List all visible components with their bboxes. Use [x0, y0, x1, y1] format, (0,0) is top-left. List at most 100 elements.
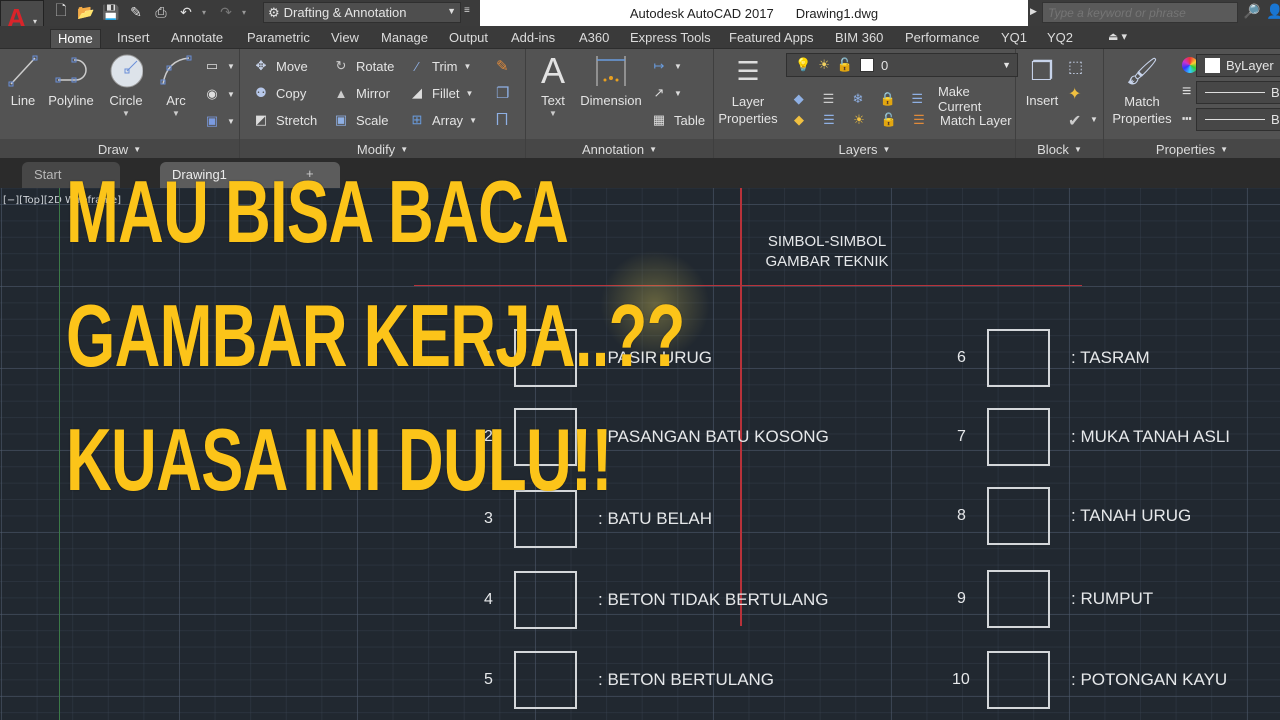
offset-icon[interactable]: ⨅ — [496, 111, 508, 128]
current-layer-name: 0 — [881, 57, 889, 73]
chevron-down-icon[interactable]: ▼ — [536, 109, 570, 118]
table-icon: ▦ — [652, 112, 666, 127]
tab-yq2[interactable]: YQ2 — [1040, 29, 1080, 48]
symbol-box — [987, 408, 1050, 466]
search-expand-icon[interactable]: ▶ — [1030, 6, 1037, 17]
tab-a360[interactable]: A360 — [572, 29, 616, 48]
properties-panel-label: Properties — [1155, 141, 1216, 157]
block-panel-label: Block — [1037, 141, 1069, 157]
trim-button[interactable]: ∕ Trim ▼ — [408, 57, 472, 75]
leader-button[interactable]: ↗ ▼ — [650, 84, 682, 102]
copy-icon: ⚉ — [255, 85, 267, 100]
edit-attributes-icon[interactable]: ✔ — [1068, 111, 1081, 131]
redo-dropdown-icon[interactable]: ▾ — [242, 8, 250, 17]
customize-qat-icon[interactable]: ≡ — [464, 5, 470, 16]
layer-unlock-icon[interactable]: 🔓 — [880, 111, 898, 129]
workspace-switcher[interactable]: ⚙ Drafting & Annotation ▼ — [263, 2, 461, 23]
new-icon[interactable]: 🗋 — [52, 2, 70, 21]
layer-dropdown[interactable]: 💡 ☀ 🔓 0 ▼ — [786, 53, 1018, 77]
tab-performance[interactable]: Performance — [898, 29, 986, 48]
lightbulb-icon: 💡 — [795, 57, 812, 72]
boundary-button[interactable]: ▣ ▼ — [203, 112, 235, 130]
tab-insert[interactable]: Insert — [110, 29, 157, 48]
layer-off-icon[interactable]: ◆ — [790, 90, 808, 108]
ribbon-minimize-icon[interactable]: ⏏ ▾ — [1108, 30, 1127, 43]
tab-manage[interactable]: Manage — [374, 29, 435, 48]
tab-home[interactable]: Home — [50, 29, 101, 48]
save-icon[interactable]: 💾 — [102, 3, 120, 21]
headline-line-1: MAU BISA BACA — [66, 162, 569, 261]
layers-panel-title[interactable]: Layers ▼ — [714, 139, 1015, 159]
create-block-icon[interactable]: ⬚ — [1068, 57, 1083, 77]
chevron-down-icon[interactable]: ▼ — [106, 109, 146, 118]
text-label: Text — [541, 93, 565, 108]
undo-icon[interactable]: ↶ — [177, 3, 195, 21]
user-icon[interactable]: 👤 — [1266, 3, 1280, 20]
table-button[interactable]: ▦ Table — [650, 111, 705, 129]
tab-express-tools[interactable]: Express Tools — [623, 29, 718, 48]
tab-annotate[interactable]: Annotate — [164, 29, 230, 48]
gear-icon: ⚙ — [268, 4, 280, 20]
tab-parametric[interactable]: Parametric — [240, 29, 317, 48]
stretch-button[interactable]: ◩ Stretch — [252, 111, 317, 129]
lineweight-dropdown[interactable]: B — [1196, 81, 1280, 104]
layer-lock-icon[interactable]: 🔒 — [879, 90, 897, 108]
linetype-dropdown[interactable]: B — [1196, 108, 1280, 131]
boundary-icon: ▣ — [205, 113, 219, 128]
draw-panel: Line Polyline Circle ▼ Arc ▼ ▭ ▼ ◉ ▼ ▣ ▼ Dr… — [0, 49, 240, 159]
match-layer-button[interactable]: Match Layer — [940, 113, 1012, 128]
line-button[interactable]: Line — [6, 53, 40, 108]
explode-icon[interactable]: ❐ — [496, 84, 509, 102]
match-properties-label-2: Properties — [1112, 111, 1172, 126]
erase-icon[interactable]: ✎ — [496, 57, 509, 75]
rectangle-button[interactable]: ▭ ▼ — [203, 57, 235, 75]
mirror-button[interactable]: ▲ Mirror — [332, 84, 390, 102]
layer-properties-button[interactable]: ☰ Layer Properties — [716, 53, 780, 127]
tab-bim-360[interactable]: BIM 360 — [828, 29, 890, 48]
chevron-down-icon[interactable]: ▼ — [1090, 115, 1098, 124]
edit-block-icon[interactable]: ✦ — [1068, 84, 1081, 104]
block-panel-title[interactable]: Block ▼ — [1016, 139, 1103, 159]
tab-add-ins[interactable]: Add-ins — [504, 29, 562, 48]
search-input[interactable] — [1042, 2, 1238, 23]
arc-button[interactable]: Arc ▼ — [158, 53, 194, 118]
fillet-button[interactable]: ◢ Fillet ▼ — [408, 84, 473, 102]
open-icon[interactable]: 📂 — [77, 3, 95, 21]
hatch-button[interactable]: ◉ ▼ — [203, 85, 235, 103]
rotate-button[interactable]: ↻ Rotate — [332, 57, 395, 75]
tab-output[interactable]: Output — [442, 29, 495, 48]
layer-thaw-icon[interactable]: ☀ — [850, 111, 868, 129]
insert-label: Insert — [1025, 93, 1059, 108]
make-current-button[interactable]: Make Current — [938, 84, 1015, 114]
insert-button[interactable]: ❐ Insert — [1020, 53, 1064, 109]
match-properties-button[interactable]: 🖌 Match Properties — [1106, 53, 1178, 127]
linear-dimension-button[interactable]: ↦ ▼ — [650, 57, 682, 75]
properties-panel-title[interactable]: Properties ▼ — [1104, 139, 1280, 159]
copy-button[interactable]: ⚉ Copy — [252, 84, 306, 102]
dimension-button[interactable]: Dimension — [578, 53, 644, 108]
array-button[interactable]: ⊞ Array ▼ — [408, 111, 477, 129]
redo-icon[interactable]: ↷ — [217, 3, 235, 21]
undo-dropdown-icon[interactable]: ▾ — [202, 8, 210, 17]
layer-freeze-icon[interactable]: ❄ — [849, 90, 867, 108]
layer-isolate-icon[interactable]: ☰ — [820, 90, 838, 108]
layer-unisolate-icon[interactable]: ☰ — [820, 111, 838, 129]
color-swatch — [1205, 58, 1220, 73]
binoculars-icon[interactable]: 🔎 — [1243, 3, 1260, 20]
move-button[interactable]: ✥ Move — [252, 57, 308, 75]
plot-icon[interactable]: ⎙ — [152, 3, 170, 21]
thumbnail-headline: MAU BISA BACA GAMBAR KERJA..?? KUASA INI… — [66, 150, 685, 522]
color-dropdown[interactable]: ByLayer — [1196, 54, 1280, 77]
move-label: Move — [276, 58, 308, 74]
layer-on-icon[interactable]: ◆ — [790, 111, 808, 129]
circle-button[interactable]: Circle ▼ — [106, 53, 146, 118]
chevron-down-icon[interactable]: ▼ — [158, 109, 194, 118]
scale-button[interactable]: ▣ Scale — [332, 111, 389, 129]
save-as-icon[interactable]: ✎ — [127, 3, 145, 21]
tab-view[interactable]: View — [324, 29, 366, 48]
polyline-button[interactable]: Polyline — [46, 53, 96, 108]
text-button[interactable]: A Text ▼ — [536, 50, 570, 118]
tab-yq1[interactable]: YQ1 — [994, 29, 1034, 48]
copy-label: Copy — [276, 85, 307, 101]
tab-featured-apps[interactable]: Featured Apps — [722, 29, 821, 48]
